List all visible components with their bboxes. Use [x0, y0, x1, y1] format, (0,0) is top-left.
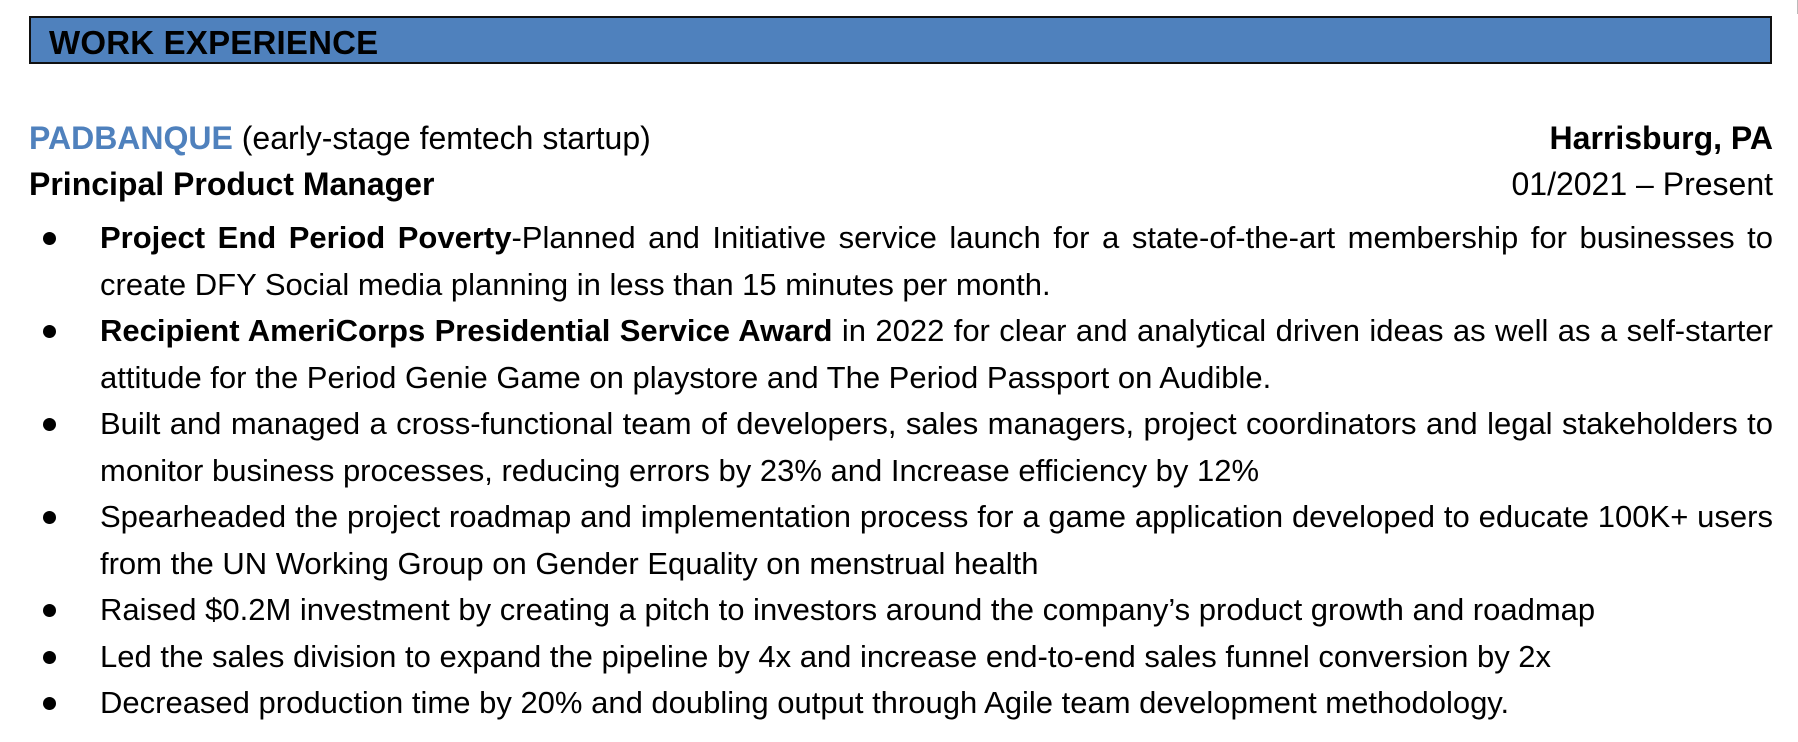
achievement-item: Decreased production time by 20% and dou…: [29, 680, 1773, 727]
job-role-row: Principal Product Manager 01/2021 – Pres…: [29, 164, 1773, 204]
achievement-text: Raised $0.2M investment by creating a pi…: [100, 592, 1596, 627]
bullet-icon: [43, 604, 56, 617]
job-location: Harrisburg, PA: [1549, 120, 1773, 156]
achievement-item: Led the sales division to expand the pip…: [29, 634, 1773, 681]
achievement-item: Built and managed a cross-functional tea…: [29, 401, 1773, 494]
bullet-icon: [43, 511, 56, 524]
achievement-list: Project End Period Poverty-Planned and I…: [29, 215, 1773, 727]
job-dates: 01/2021 – Present: [1511, 166, 1773, 202]
bullet-icon: [43, 418, 56, 431]
bullet-icon: [43, 650, 56, 664]
achievement-item: Spearheaded the project roadmap and impl…: [29, 494, 1773, 587]
achievement-highlight: Project End Period Poverty: [100, 220, 512, 255]
section-header-bar: WORK EXPERIENCE: [29, 16, 1772, 64]
job-title: Principal Product Manager: [29, 166, 435, 202]
achievement-item: Raised $0.2M investment by creating a pi…: [29, 587, 1773, 634]
achievement-text: Built and managed a cross-functional tea…: [100, 406, 1773, 488]
bullet-icon: [43, 232, 56, 245]
achievement-item: Project End Period Poverty-Planned and I…: [29, 215, 1773, 308]
bullet-icon: [43, 325, 56, 338]
achievement-item: Recipient AmeriCorps Presidential Servic…: [29, 308, 1773, 401]
company-descriptor: (early-stage femtech startup): [232, 120, 651, 156]
bullet-icon: [43, 697, 56, 710]
job-company-row: PADBANQUE (early-stage femtech startup) …: [29, 118, 1773, 158]
achievement-text: Decreased production time by 20% and dou…: [100, 685, 1510, 720]
resume-page: WORK EXPERIENCE PADBANQUE (early-stage f…: [0, 0, 1798, 742]
achievement-text: Led the sales division to expand the pip…: [100, 638, 1552, 674]
section-title: WORK EXPERIENCE: [49, 23, 379, 61]
company-name: PADBANQUE: [29, 120, 233, 156]
company-line: PADBANQUE (early-stage femtech startup): [29, 118, 651, 158]
achievement-highlight: Recipient AmeriCorps Presidential Servic…: [100, 313, 833, 348]
achievement-text: Spearheaded the project roadmap and impl…: [100, 499, 1773, 581]
